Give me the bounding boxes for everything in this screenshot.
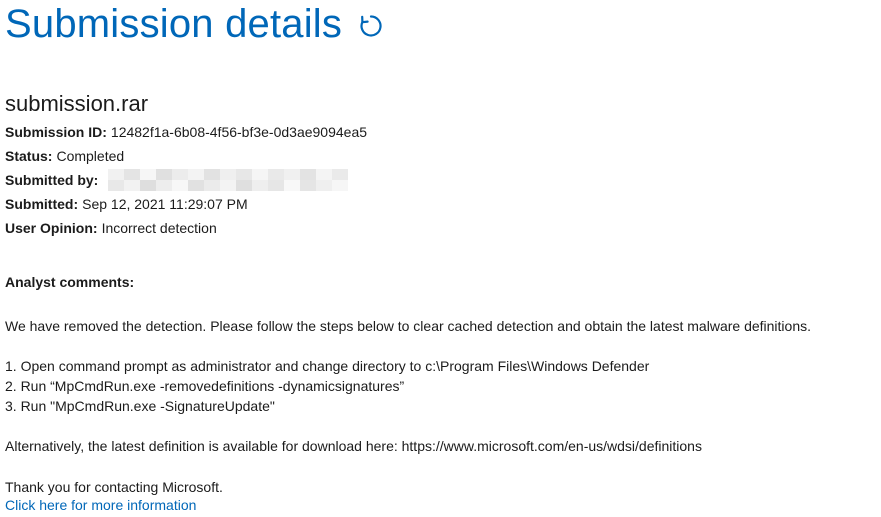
status-label: Status: bbox=[5, 148, 53, 164]
submitted-label: Submitted: bbox=[5, 196, 79, 212]
analyst-intro: We have removed the detection. Please fo… bbox=[5, 318, 811, 334]
submitted-value: Sep 12, 2021 11:29:07 PM bbox=[82, 196, 248, 212]
submission-details-page: Submission details submission.rar Submis… bbox=[5, 0, 881, 517]
submission-metadata: Submission ID: 12482f1a-6b08-4f56-bf3e-0… bbox=[5, 120, 367, 240]
submitted-by-row: Submitted by: bbox=[5, 168, 367, 192]
more-information-link[interactable]: Click here for more information bbox=[5, 495, 196, 515]
analyst-comments-heading: Analyst comments: bbox=[5, 274, 135, 290]
analyst-step-2: 2. Run “MpCmdRun.exe -removedefinitions … bbox=[5, 378, 405, 394]
page-header: Submission details bbox=[5, 0, 386, 48]
file-name: submission.rar bbox=[5, 91, 149, 116]
refresh-button[interactable] bbox=[356, 11, 386, 41]
analyst-thanks: Thank you for contacting Microsoft. bbox=[5, 479, 223, 495]
status-value: Completed bbox=[56, 148, 125, 164]
user-opinion-value: Incorrect detection bbox=[101, 220, 217, 236]
refresh-icon bbox=[360, 15, 382, 37]
user-opinion-label: User Opinion: bbox=[5, 220, 98, 236]
page-title: Submission details bbox=[5, 2, 343, 46]
submission-id-value: 12482f1a-6b08-4f56-bf3e-0d3ae9094ea5 bbox=[110, 124, 368, 140]
analyst-alternative: Alternatively, the latest definition is … bbox=[5, 438, 702, 454]
submission-id-row: Submission ID: 12482f1a-6b08-4f56-bf3e-0… bbox=[5, 120, 367, 144]
submission-id-label: Submission ID: bbox=[5, 124, 107, 140]
submitted-row: Submitted: Sep 12, 2021 11:29:07 PM bbox=[5, 192, 367, 216]
analyst-step-3: 3. Run "MpCmdRun.exe -SignatureUpdate" bbox=[5, 398, 275, 414]
submitted-by-label: Submitted by: bbox=[5, 172, 99, 188]
analyst-step-1: 1. Open command prompt as administrator … bbox=[5, 358, 650, 374]
status-row: Status: Completed bbox=[5, 144, 367, 168]
user-opinion-row: User Opinion: Incorrect detection bbox=[5, 216, 367, 240]
redacted-submitter bbox=[108, 169, 349, 191]
